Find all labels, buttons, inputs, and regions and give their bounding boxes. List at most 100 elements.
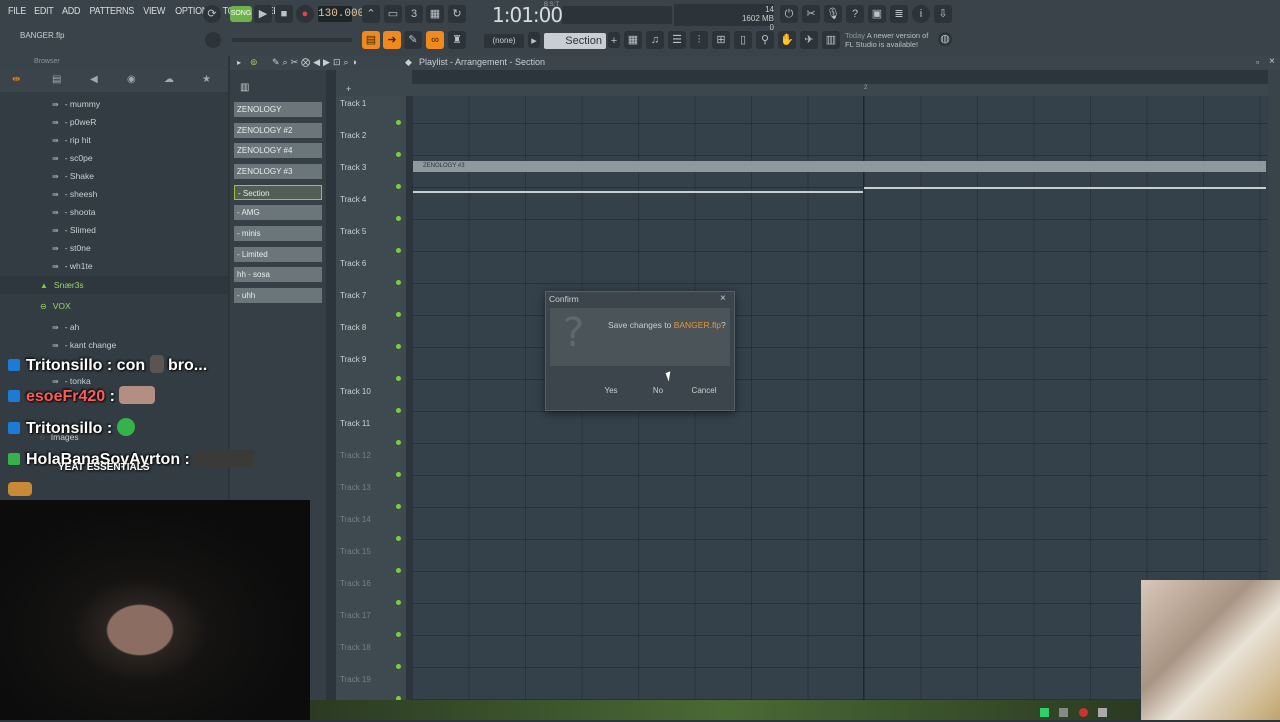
countdown-icon[interactable]: 3: [405, 5, 423, 23]
track-label[interactable]: Track 5: [340, 227, 366, 236]
pattern-item[interactable]: ZENOLOGY #4: [234, 143, 322, 158]
playlist-arrow-icon[interactable]: ◆: [405, 57, 412, 68]
wait-input-icon[interactable]: ▭: [384, 5, 402, 23]
position-slider[interactable]: [232, 38, 352, 42]
yes-button[interactable]: Yes: [593, 386, 629, 395]
export-icon[interactable]: ⇩: [934, 5, 952, 23]
track-label[interactable]: Track 2: [340, 131, 366, 140]
info-icon[interactable]: i: [912, 5, 930, 23]
channel-rack-icon[interactable]: ☰: [668, 31, 686, 49]
stop-icon[interactable]: ■: [275, 5, 293, 23]
track-mute-led[interactable]: [396, 184, 401, 189]
menu-add[interactable]: ADD: [59, 6, 83, 17]
pattern-item[interactable]: ZENOLOGY: [234, 102, 322, 117]
playlist-menu-arrow-icon[interactable]: ▸: [237, 58, 241, 67]
link-icon[interactable]: ∞: [426, 31, 444, 49]
scope-icon[interactable]: ✈: [800, 31, 818, 49]
track-mute-led[interactable]: [396, 600, 401, 605]
browser-cloud-icon[interactable]: ☁: [164, 74, 174, 85]
browser-folder[interactable]: ⊖ VOX: [40, 301, 71, 311]
pattern-item[interactable]: - AMG: [234, 205, 322, 220]
automation-line[interactable]: [864, 187, 1266, 189]
add-track-icon[interactable]: +: [346, 84, 351, 94]
bell-icon[interactable]: ♜: [448, 31, 466, 49]
update-hint[interactable]: Today A newer version of FL Studio is av…: [845, 31, 928, 49]
track-label[interactable]: Track 12: [340, 451, 371, 460]
browser-item[interactable]: ⇛ - Shake: [52, 171, 94, 181]
pattern-item[interactable]: - uhh: [234, 288, 322, 303]
track-mute-led[interactable]: [396, 440, 401, 445]
master-volume-slider[interactable]: [562, 6, 672, 24]
track-mute-led[interactable]: [396, 536, 401, 541]
piano-roll-icon[interactable]: ♫: [646, 31, 664, 49]
pattern-clip[interactable]: ZENOLOGY #3: [413, 161, 1266, 172]
timeline-ruler[interactable]: [412, 84, 1268, 96]
pattern-none-select[interactable]: (none): [484, 34, 524, 48]
touch-controller-icon[interactable]: ✋: [778, 31, 796, 49]
browser-star-icon[interactable]: ★: [202, 74, 211, 85]
picker-menu-icon[interactable]: ▥: [240, 82, 249, 93]
track-mute-led[interactable]: [396, 632, 401, 637]
track-label[interactable]: Track 4: [340, 195, 366, 204]
menu-edit[interactable]: EDIT: [31, 6, 56, 17]
snap-icon[interactable]: ▤: [362, 31, 380, 49]
close-icon[interactable]: ×: [1269, 56, 1275, 67]
track-label[interactable]: Track 7: [340, 291, 366, 300]
pattern-item[interactable]: ZENOLOGY #2: [234, 123, 322, 138]
track-label[interactable]: Track 9: [340, 355, 366, 364]
tray-icon[interactable]: [1059, 708, 1069, 717]
magnet-icon[interactable]: ⊚: [250, 57, 258, 68]
browser-item[interactable]: ⇛ - st0ne: [52, 243, 91, 253]
browser-all-icon[interactable]: ⇹: [12, 74, 20, 85]
cancel-button[interactable]: Cancel: [686, 386, 722, 395]
globe-icon[interactable]: ◍: [938, 32, 952, 46]
menu-file[interactable]: FILE: [5, 6, 28, 17]
track-mute-led[interactable]: [396, 408, 401, 413]
track-label[interactable]: Track 15: [340, 547, 371, 556]
current-pattern-select[interactable]: Section: [544, 33, 606, 49]
track-label[interactable]: Track 14: [340, 515, 371, 524]
add-pattern-icon[interactable]: +: [608, 32, 620, 48]
track-label[interactable]: Track 13: [340, 483, 371, 492]
help-icon[interactable]: ?: [846, 5, 864, 23]
metronome-icon[interactable]: ⌃: [362, 5, 380, 23]
song-mode-toggle[interactable]: SONG: [230, 6, 252, 22]
browser-files-icon[interactable]: ▤: [52, 74, 61, 85]
tray-icon[interactable]: [1098, 708, 1108, 717]
refresh-icon[interactable]: ⟳: [203, 5, 221, 23]
no-button[interactable]: No: [640, 386, 676, 395]
browser-item[interactable]: ⇛ - wh1te: [52, 261, 93, 271]
play-icon[interactable]: ▶: [254, 5, 272, 23]
track-label[interactable]: Track 11: [340, 419, 370, 428]
pattern-item[interactable]: - Limited: [234, 247, 322, 262]
browser-item[interactable]: ⇛ - tonka: [52, 376, 91, 386]
pattern-item[interactable]: - minis: [234, 226, 322, 241]
browser-item[interactable]: ⇛ - Slimed: [52, 225, 96, 235]
pattern-item-selected[interactable]: - Section: [234, 185, 322, 200]
track-mute-led[interactable]: [396, 280, 401, 285]
browser-db-icon[interactable]: ◉: [127, 74, 136, 85]
track-mute-led[interactable]: [396, 504, 401, 509]
track-label[interactable]: Track 18: [340, 643, 371, 652]
record-icon[interactable]: ●: [296, 5, 314, 23]
mixer-icon[interactable]: ≣: [890, 5, 908, 23]
track-label[interactable]: Track 3: [340, 163, 366, 172]
menu-view[interactable]: VIEW: [141, 6, 168, 17]
plugin-picker-icon[interactable]: ⊞: [712, 31, 730, 49]
track-mute-led[interactable]: [396, 376, 401, 381]
track-mute-led[interactable]: [396, 216, 401, 221]
track-mute-led[interactable]: [396, 120, 401, 125]
track-label[interactable]: Track 16: [340, 579, 371, 588]
browser-view-icon[interactable]: ▯: [734, 31, 752, 49]
playlist-tools-icons[interactable]: ✎⌕✂⨂◀▶⊡⌕◑: [272, 57, 360, 68]
track-mute-led[interactable]: [396, 664, 401, 669]
typing-keyboard-icon[interactable]: ✂: [802, 5, 820, 23]
track-label[interactable]: Track 6: [340, 259, 366, 268]
track-mute-led[interactable]: [396, 472, 401, 477]
save-icon[interactable]: ▣: [868, 5, 886, 23]
browser-item[interactable]: ⇛ - sheesh: [52, 189, 97, 199]
microphone-icon[interactable]: 🎙: [824, 5, 842, 23]
pattern-prev-icon[interactable]: ▸: [528, 32, 540, 48]
browser-item[interactable]: ⇛ - p0weR: [52, 117, 96, 127]
browser-item[interactable]: ⇛ - kant change: [52, 340, 116, 350]
